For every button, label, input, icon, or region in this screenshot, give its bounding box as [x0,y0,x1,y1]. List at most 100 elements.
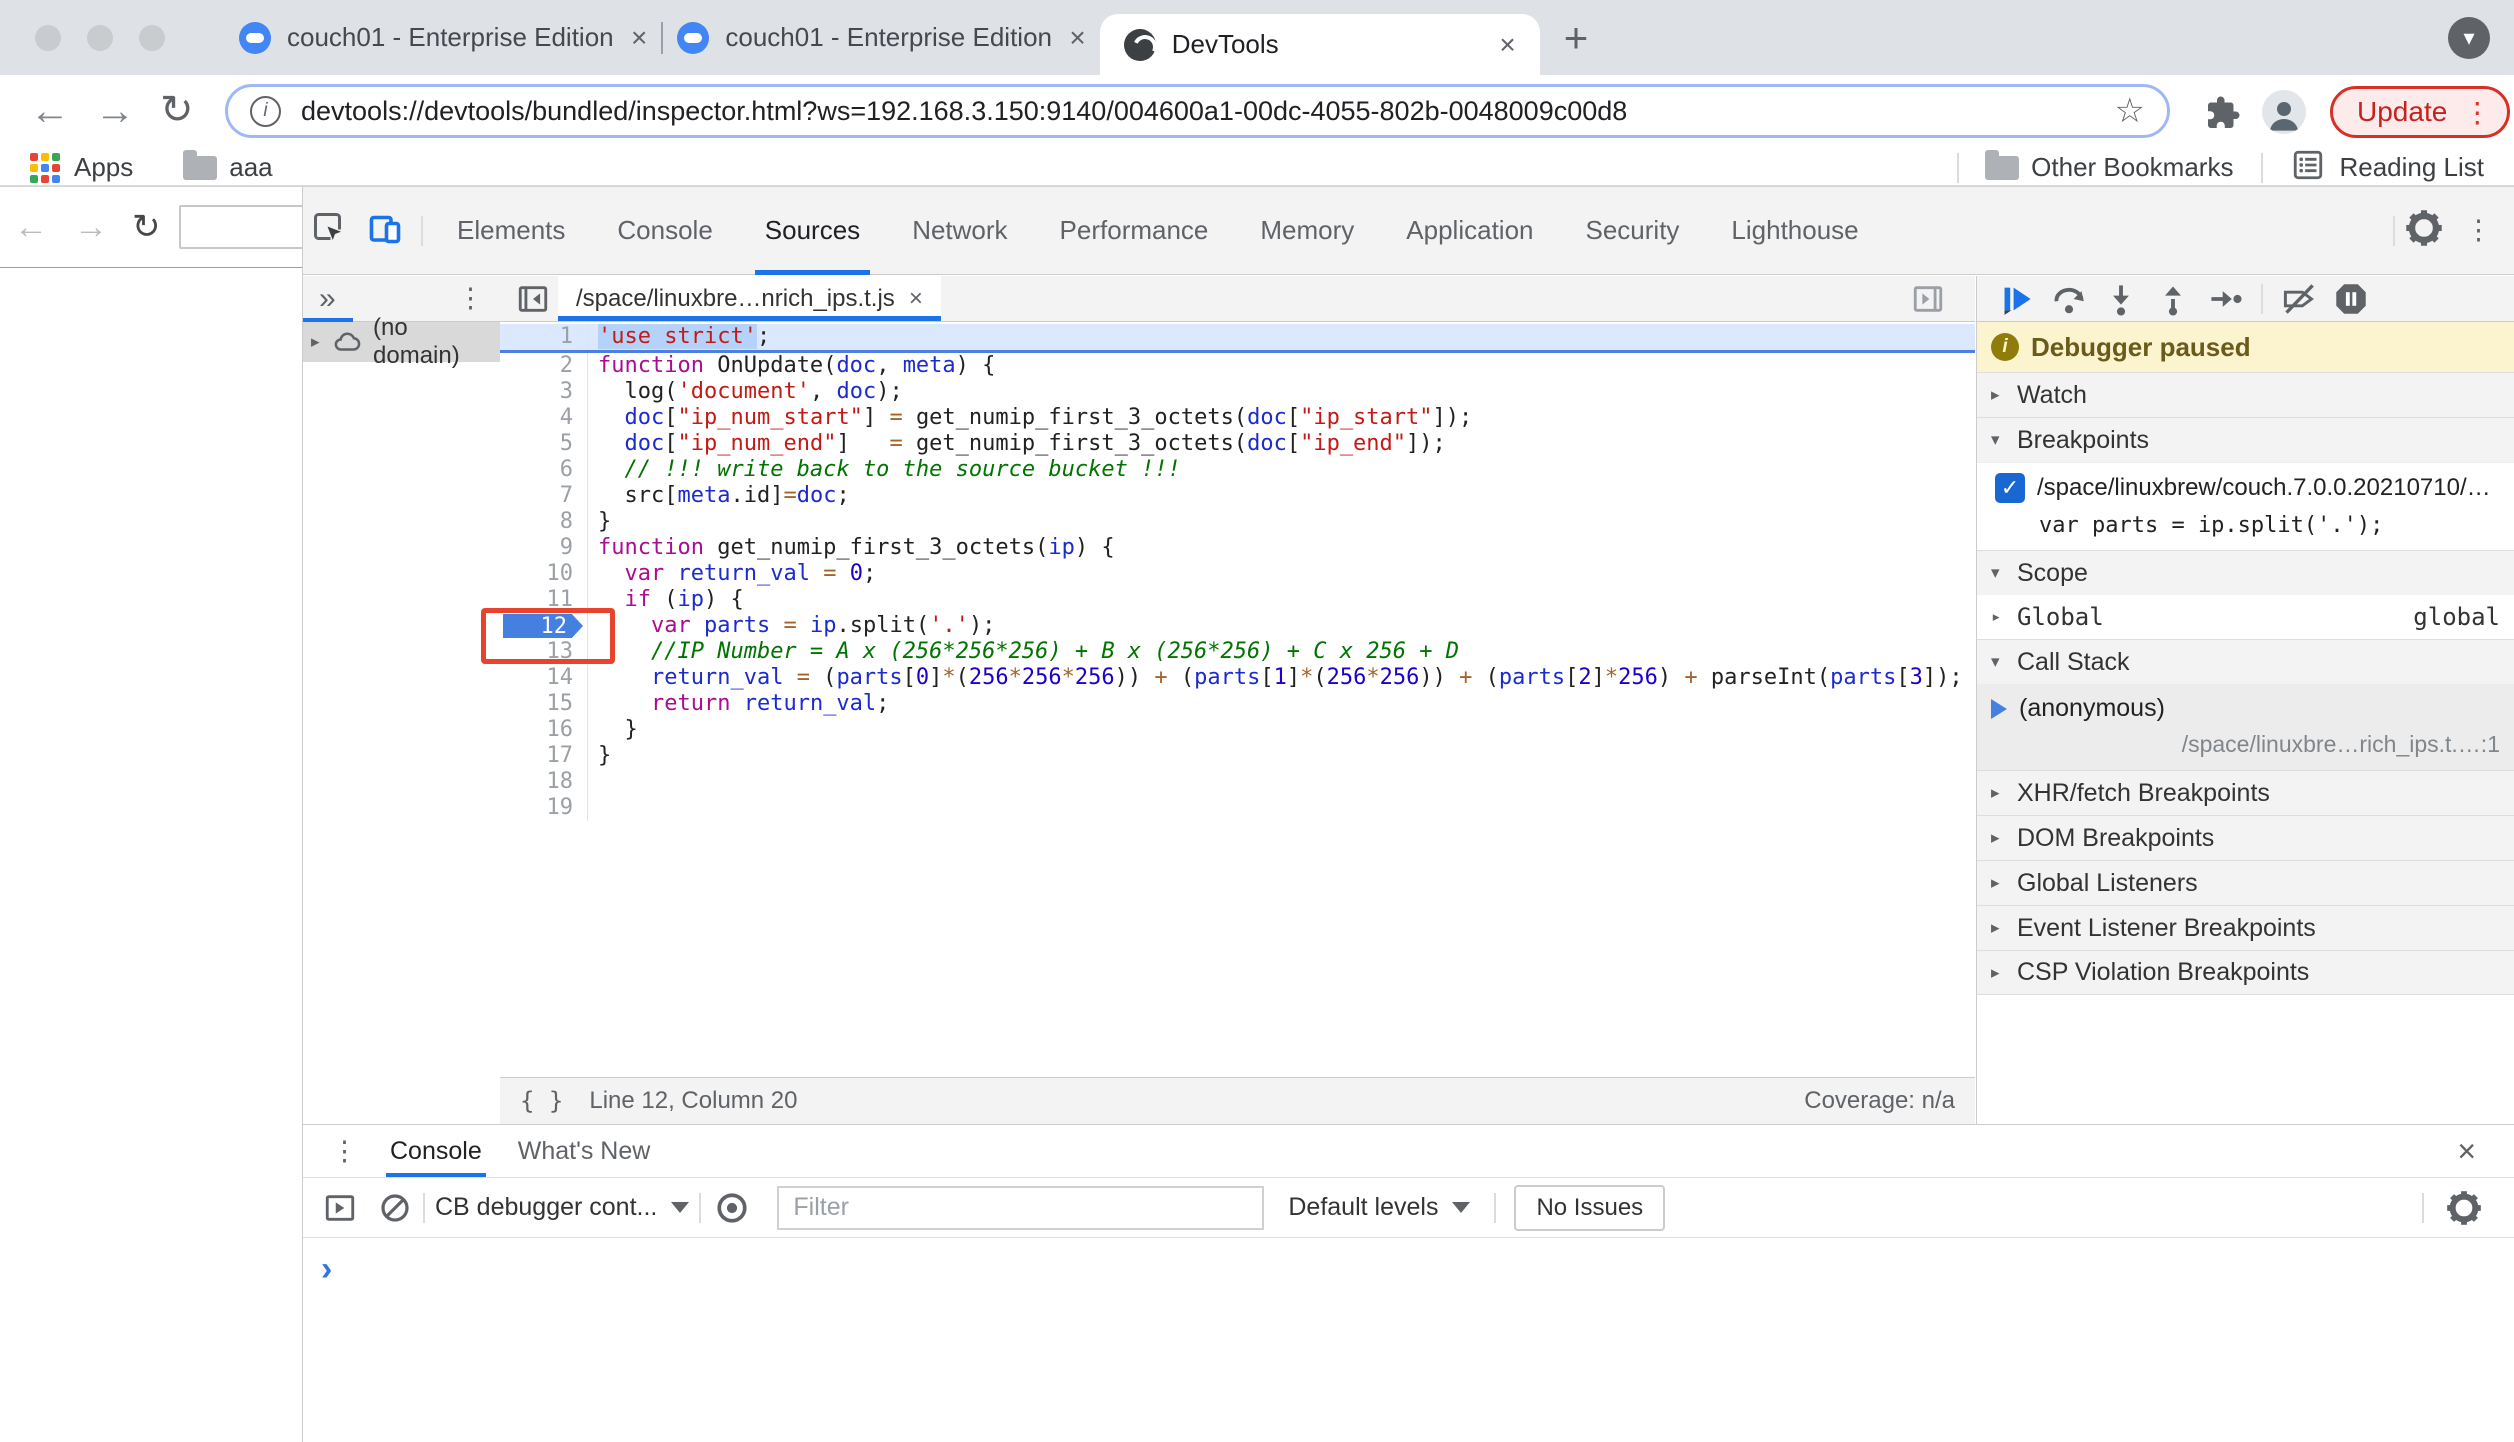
close-icon[interactable]: × [1069,22,1085,54]
gutter-line-19[interactable]: 19 [500,795,588,821]
window-minimize-button[interactable] [87,24,113,51]
log-levels-selector[interactable]: Default levels [1288,1193,1471,1222]
console-output[interactable]: › [303,1238,2514,1289]
screencast-address-input[interactable] [178,205,305,249]
screencast-reload-button[interactable]: ↻ [132,207,161,247]
devtools-menu-icon[interactable]: ⋮ [2465,215,2492,246]
gutter-line-10[interactable]: 10 [500,561,588,587]
tri-right-icon[interactable]: ▸ [311,332,333,352]
console-settings-gear-icon[interactable] [2446,1190,2482,1226]
settings-gear-icon[interactable] [2405,209,2443,252]
section-csp-violation-breakpoints[interactable]: ▸ CSP Violation Breakpoints [1977,950,2514,995]
navigator-menu-icon[interactable]: ⋮ [457,283,484,314]
forward-button[interactable]: → [95,89,135,134]
panel-tab-elements[interactable]: Elements [431,187,591,275]
profile-avatar[interactable] [2262,90,2306,134]
gutter-line-3[interactable]: 3 [500,379,588,405]
clear-console-icon[interactable] [379,1192,411,1224]
section-global-listeners[interactable]: ▸ Global Listeners [1977,860,2514,905]
panel-tab-console[interactable]: Console [591,187,738,275]
scope-global-row[interactable]: ▸ Global global [1977,595,2514,639]
file-tab[interactable]: /space/linuxbre…nrich_ips.t.js × [558,276,941,321]
console-prompt-chevron[interactable]: › [321,1250,332,1288]
gutter-line-15[interactable]: 15 [500,691,588,717]
deactivate-breakpoints-icon[interactable] [2282,282,2316,316]
close-icon[interactable]: × [631,22,647,54]
no-issues-button[interactable]: No Issues [1514,1184,1666,1231]
gutter-line-4[interactable]: 4 [500,405,588,431]
apps-grid-icon[interactable] [30,152,60,183]
tab-search-button[interactable]: ▾ [2448,17,2490,59]
gutter-line-14[interactable]: 14 [500,665,588,691]
reading-list[interactable]: Reading List [2339,152,2484,183]
update-button[interactable]: Update ⋮ [2330,86,2511,138]
drawer-menu-icon[interactable]: ⋮ [331,1136,358,1167]
bookmark-folder-aaa[interactable]: aaa [229,152,272,183]
console-filter-input[interactable] [777,1185,1265,1230]
gutter-line-17[interactable]: 17 [500,743,588,769]
bookmark-star-icon[interactable]: ☆ [2115,91,2145,131]
gutter-line-5[interactable]: 5 [500,431,588,457]
panel-tab-lighthouse[interactable]: Lighthouse [1705,187,1884,275]
breakpoint-entry[interactable]: ✓ /space/linuxbrew/couch.7.0.0.20210710/… [1977,462,2514,550]
page-info-icon[interactable]: i [250,95,281,127]
browser-menu-icon[interactable]: ⋮ [2463,96,2491,129]
panel-tab-network[interactable]: Network [886,187,1033,275]
hide-debugger-sidebar-icon[interactable] [1911,282,1945,316]
resume-script-icon[interactable] [2000,282,2034,316]
live-expression-eye-icon[interactable] [715,1191,749,1225]
gutter-line-6[interactable]: 6 [500,457,588,483]
section-dom-breakpoints[interactable]: ▸ DOM Breakpoints [1977,815,2514,860]
tree-item-no-domain[interactable]: ▸ (no domain) [303,314,500,369]
more-tabs-icon[interactable]: » [319,282,336,316]
gutter-line-2[interactable]: 2 [500,353,588,379]
browser-tab-2[interactable]: couch01 - Enterprise Edition 7. × [663,0,1099,75]
section-event-listener-breakpoints[interactable]: ▸ Event Listener Breakpoints [1977,905,2514,950]
show-console-sidebar-icon[interactable] [323,1191,357,1225]
close-icon[interactable]: × [1499,29,1515,61]
new-tab-button[interactable]: + [1564,14,1589,62]
apps-shortcut[interactable]: Apps [74,152,133,183]
section-watch[interactable]: ▸ Watch [1977,372,2514,417]
panel-tab-performance[interactable]: Performance [1034,187,1235,275]
section-xhr-breakpoints[interactable]: ▸ XHR/fetch Breakpoints [1977,770,2514,815]
window-zoom-button[interactable] [139,24,165,51]
gutter-line-7[interactable]: 7 [500,483,588,509]
context-selector[interactable]: CB debugger cont... [435,1193,690,1222]
drawer-tab-console[interactable]: Console [372,1125,500,1177]
hide-navigator-icon[interactable] [516,282,550,316]
pause-on-exceptions-icon[interactable] [2334,282,2368,316]
section-breakpoints[interactable]: ▾ Breakpoints [1977,417,2514,462]
panel-tab-memory[interactable]: Memory [1234,187,1380,275]
step-out-icon[interactable] [2156,282,2190,316]
screencast-back-button[interactable]: ← [14,208,48,247]
address-bar[interactable]: i devtools://devtools/bundled/inspector.… [225,84,2170,138]
pretty-print-icon[interactable]: { } [520,1087,563,1115]
gutter-line-1[interactable]: 1 [500,324,588,350]
reload-button[interactable]: ↻ [160,87,194,133]
screencast-forward-button[interactable]: → [74,208,108,247]
inspect-element-icon[interactable] [311,210,347,251]
step-into-icon[interactable] [2104,282,2138,316]
device-toolbar-icon[interactable] [367,210,403,251]
back-button[interactable]: ← [30,89,70,134]
window-close-button[interactable] [35,24,61,51]
step-over-icon[interactable] [2052,282,2086,316]
close-drawer-icon[interactable]: × [2457,1133,2476,1170]
other-bookmarks[interactable]: Other Bookmarks [2031,152,2233,183]
panel-tab-security[interactable]: Security [1560,187,1706,275]
gutter-line-18[interactable]: 18 [500,769,588,795]
extensions-puzzle-icon[interactable] [2205,95,2241,136]
section-scope[interactable]: ▾ Scope [1977,550,2514,595]
panel-tab-sources[interactable]: Sources [739,187,886,275]
gutter-line-9[interactable]: 9 [500,535,588,561]
close-icon[interactable]: × [909,285,923,313]
gutter-line-8[interactable]: 8 [500,509,588,535]
drawer-tab-whats-new[interactable]: What's New [500,1125,669,1177]
breakpoint-checkbox[interactable]: ✓ [1995,473,2025,503]
section-call-stack[interactable]: ▾ Call Stack [1977,639,2514,684]
gutter-line-16[interactable]: 16 [500,717,588,743]
panel-tab-application[interactable]: Application [1380,187,1559,275]
step-icon[interactable] [2208,282,2242,316]
browser-tab-1[interactable]: couch01 - Enterprise Edition 7. × [225,0,661,75]
